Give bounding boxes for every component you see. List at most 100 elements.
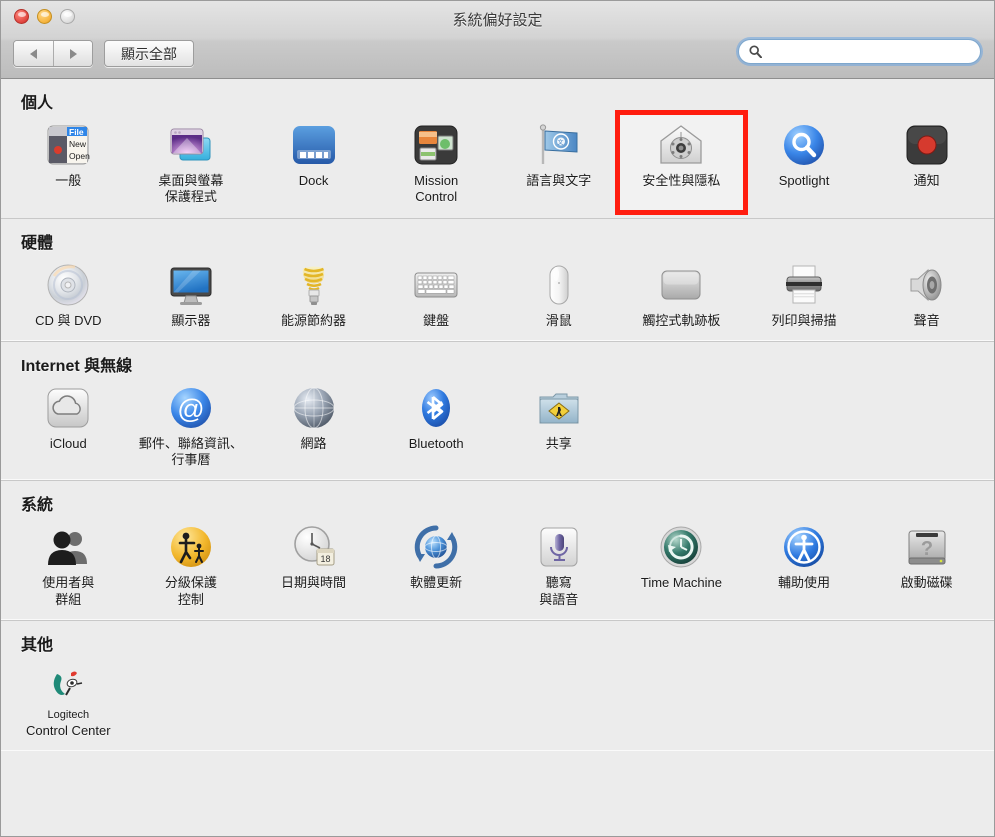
energy-saver-icon-wrap: [290, 261, 338, 309]
logitech-control-center-icon: [54, 671, 83, 696]
date-time-icon-wrap: 18: [290, 523, 338, 571]
notifications-icon-wrap: [903, 121, 951, 169]
pref-pane-spotlight[interactable]: Spotlight: [743, 115, 866, 210]
pref-pane-accessibility[interactable]: 輔助使用: [743, 517, 866, 612]
pref-pane-desktop-screensaver[interactable]: 桌面與螢幕 保護程式: [130, 115, 253, 210]
pref-pane-bluetooth[interactable]: Bluetooth: [375, 378, 498, 473]
pane-grid-personal: File New Open 一般 桌面與螢幕 保護程式 Dock Mission…: [1, 110, 994, 218]
pref-pane-print-scan[interactable]: 列印與掃描: [743, 255, 866, 333]
dock-icon: [292, 126, 335, 164]
section-title-system: 系統: [21, 497, 54, 515]
sharing-icon-wrap: [535, 384, 583, 432]
pref-pane-sublabel: Logitech: [47, 708, 90, 721]
pref-pane-dock[interactable]: Dock: [252, 115, 375, 210]
pref-pane-displays[interactable]: 顯示器: [130, 255, 253, 333]
pref-pane-mission-control[interactable]: Mission Control: [375, 115, 498, 210]
icloud-icon: [47, 388, 89, 428]
pref-pane-software-update[interactable]: 軟體更新: [375, 517, 498, 612]
svg-text:?: ?: [921, 538, 933, 560]
svg-text:@: @: [177, 394, 204, 424]
pane-grid-other: Logitech Control Center: [1, 657, 994, 751]
network-icon: [293, 387, 335, 429]
back-button[interactable]: [14, 41, 53, 66]
pref-pane-sound[interactable]: 聲音: [865, 255, 988, 333]
print-scan-icon: [786, 265, 823, 303]
security-privacy-icon: [660, 125, 703, 164]
search-icon: [749, 45, 762, 58]
dictation-speech-icon-wrap: [535, 523, 583, 571]
forward-arrow-icon: [69, 48, 77, 59]
show-all-label: 顯示全部: [121, 45, 177, 62]
pref-pane-keyboard[interactable]: 鍵盤: [375, 255, 498, 333]
language-text-icon-wrap: 文: [535, 121, 583, 169]
date-time-icon: 18: [293, 526, 335, 566]
section-internet: Internet 與無線 iCloud @ 郵件、聯絡資訊、 行事曆 網路 Blue…: [1, 340, 994, 481]
svg-text:New: New: [69, 139, 87, 149]
pref-pane-label: 啟動磁碟: [900, 575, 953, 591]
pref-pane-sharing[interactable]: 共享: [498, 378, 621, 473]
sharing-icon: [539, 393, 579, 424]
pref-pane-label: 使用者與 群組: [42, 575, 95, 607]
keyboard-icon-wrap: [412, 261, 460, 309]
bluetooth-icon-wrap: [412, 384, 460, 432]
search-field[interactable]: [738, 39, 981, 64]
forward-button[interactable]: [53, 41, 92, 66]
pref-pane-label: 共享: [545, 435, 572, 451]
pref-pane-label: 郵件、聯絡資訊、 行事曆: [138, 435, 243, 467]
show-all-button[interactable]: 顯示全部: [104, 40, 194, 67]
pref-pane-energy-saver[interactable]: 能源節約器: [252, 255, 375, 333]
pref-pane-label: CD 與 DVD: [35, 312, 102, 328]
pref-pane-date-time[interactable]: 18 日期與時間: [252, 517, 375, 612]
cd-dvd-icon: [47, 264, 89, 305]
pref-pane-icloud[interactable]: iCloud: [7, 378, 130, 473]
bluetooth-icon: [422, 388, 451, 427]
dock-icon-wrap: [290, 121, 338, 169]
pref-pane-network[interactable]: 網路: [252, 378, 375, 473]
pref-pane-label: 軟體更新: [410, 575, 463, 591]
window-titlebar: 系統偏好設定 顯示全部: [1, 1, 994, 79]
pref-pane-general[interactable]: File New Open 一般: [7, 115, 130, 210]
pref-pane-dictation-speech[interactable]: 聽寫 與語音: [498, 517, 621, 612]
back-arrow-icon: [30, 48, 37, 59]
mission-control-icon-wrap: [412, 121, 460, 169]
pref-pane-label: Mission Control: [414, 173, 459, 205]
pref-pane-label: 日期與時間: [281, 575, 347, 591]
logitech-control-center-icon-wrap: [44, 663, 92, 711]
pref-pane-label: Bluetooth: [408, 435, 464, 451]
pref-pane-security-privacy[interactable]: 安全性與隱私: [615, 110, 748, 215]
pref-pane-parental-controls[interactable]: 分級保護 控制: [130, 517, 253, 612]
pref-pane-cd-dvd[interactable]: CD 與 DVD: [7, 255, 130, 333]
section-system: 系統 使用者與 群組 分級保護 控制 18 日期與時間 軟體更新 聽寫 與語音 …: [1, 480, 994, 620]
pref-pane-label: 通知: [913, 173, 940, 188]
desktop-screensaver-icon-wrap: [167, 121, 215, 169]
users-groups-icon-wrap: [44, 523, 92, 571]
notifications-icon: [906, 125, 948, 165]
pane-grid-system: 使用者與 群組 分級保護 控制 18 日期與時間 軟體更新 聽寫 與語音 Tim…: [1, 517, 994, 620]
pref-pane-mouse[interactable]: 滑鼠: [498, 255, 621, 333]
spotlight-icon: [784, 125, 825, 165]
section-title-personal: 個人: [21, 95, 54, 112]
pref-pane-label: 聽寫 與語音: [539, 575, 579, 607]
pref-pane-notifications[interactable]: 通知: [865, 115, 988, 210]
navigation-button-group: [13, 40, 93, 67]
pref-pane-label: 分級保護 控制: [164, 575, 217, 607]
pref-pane-trackpad[interactable]: 觸控式軌跡板: [620, 255, 743, 333]
icloud-icon-wrap: [44, 384, 92, 432]
pref-pane-label: iCloud: [49, 435, 87, 451]
pref-pane-label: Spotlight: [778, 173, 830, 188]
desktop-screensaver-icon: [170, 128, 211, 161]
network-icon-wrap: [290, 384, 338, 432]
pref-pane-time-machine[interactable]: Time Machine: [620, 517, 743, 612]
cd-dvd-icon-wrap: [44, 261, 92, 309]
pref-pane-mail-contacts-calendars[interactable]: @ 郵件、聯絡資訊、 行事曆: [130, 378, 253, 473]
pref-pane-label: 能源節約器: [281, 312, 347, 328]
pref-pane-startup-disk[interactable]: ? 啟動磁碟: [865, 517, 988, 612]
pref-pane-users-groups[interactable]: 使用者與 群組: [7, 517, 130, 612]
parental-controls-icon: [170, 527, 211, 568]
search-input[interactable]: [767, 40, 970, 63]
pref-pane-language-text[interactable]: 文語言與文字: [498, 115, 621, 210]
displays-icon-wrap: [167, 261, 215, 309]
pref-pane-logitech-control-center[interactable]: Logitech Control Center: [7, 657, 130, 743]
mail-contacts-calendars-icon: @: [170, 387, 211, 428]
software-update-icon-wrap: [412, 523, 460, 571]
